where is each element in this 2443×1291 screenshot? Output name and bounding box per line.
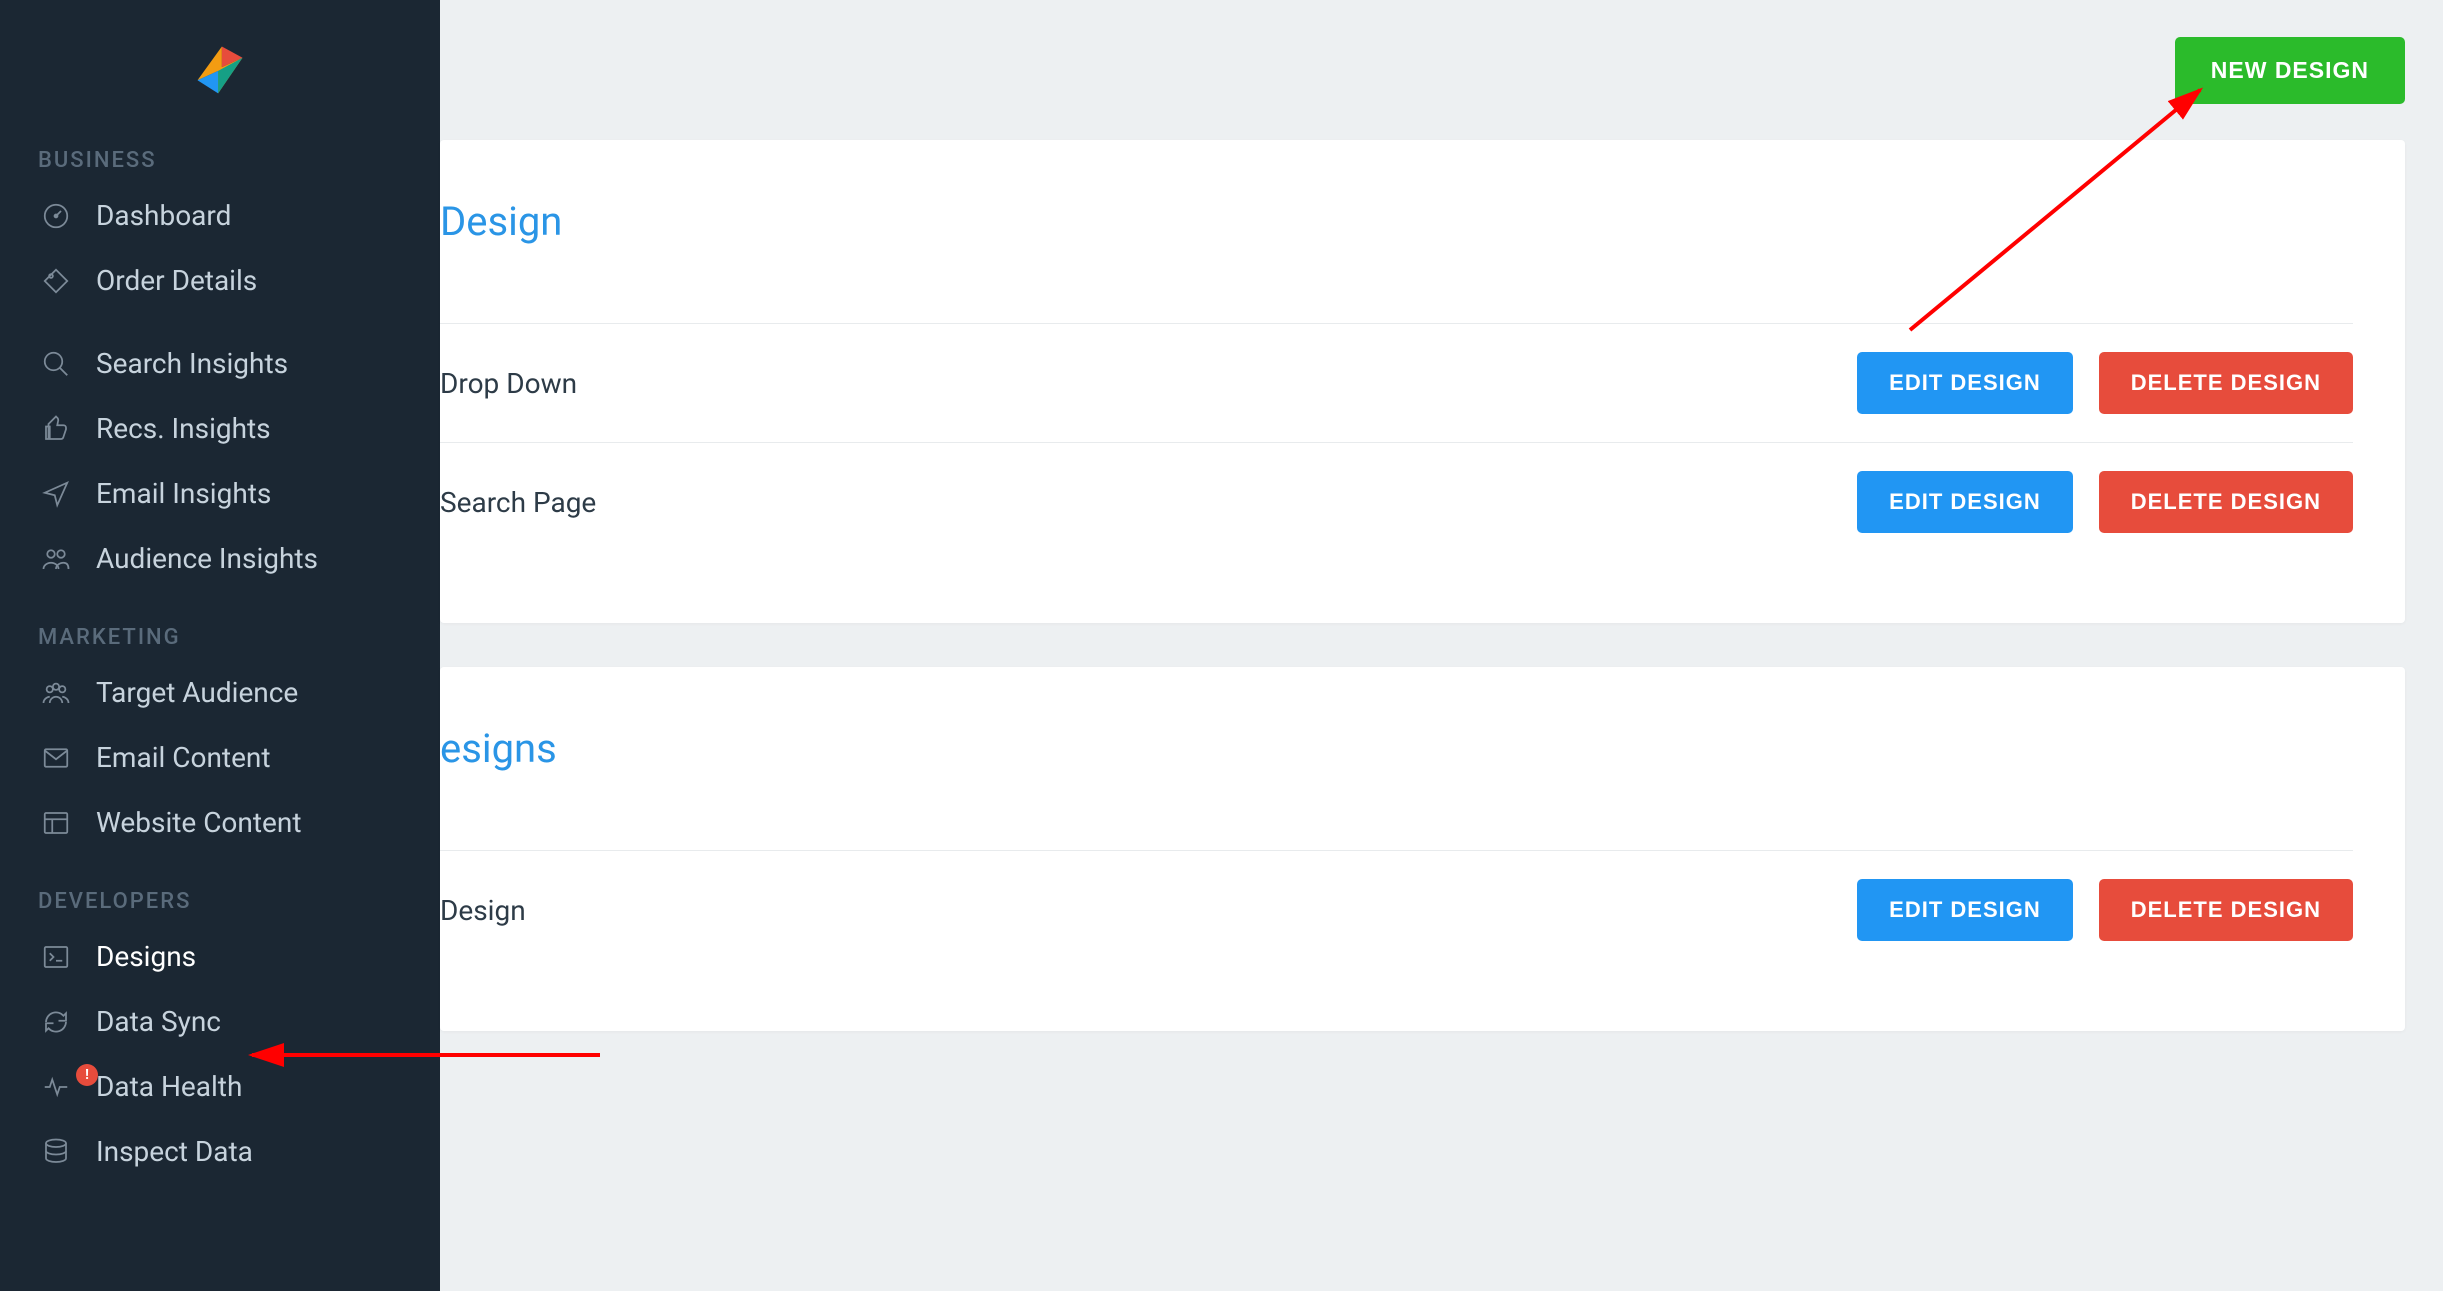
- edit-design-button[interactable]: EDIT DESIGN: [1857, 879, 2073, 941]
- layout-icon: [38, 808, 74, 838]
- sidebar-item-email-content[interactable]: Email Content: [0, 725, 440, 790]
- sidebar-item-inspect-data[interactable]: Inspect Data: [0, 1119, 440, 1184]
- sidebar-item-label: Data Health: [96, 1070, 242, 1103]
- sidebar-item-label: Designs: [96, 940, 196, 973]
- sidebar-section-business: BUSINESS: [0, 114, 440, 183]
- sidebar-item-label: Search Insights: [96, 347, 288, 380]
- paper-plane-icon: [38, 479, 74, 509]
- panel-designs: esigns Design EDIT DESIGN DELETE DESIGN: [440, 667, 2405, 1031]
- sidebar-item-dashboard[interactable]: Dashboard: [0, 183, 440, 248]
- panel-title: esigns: [440, 725, 2353, 772]
- terminal-icon: [38, 942, 74, 972]
- design-row-name: Drop Down: [440, 367, 577, 400]
- tag-icon: [38, 266, 74, 296]
- group-icon: [38, 678, 74, 708]
- delete-design-button[interactable]: DELETE DESIGN: [2099, 471, 2353, 533]
- sidebar-item-designs[interactable]: Designs: [0, 924, 440, 989]
- sidebar-item-data-health[interactable]: ! Data Health: [0, 1054, 440, 1119]
- sidebar-item-label: Email Insights: [96, 477, 271, 510]
- thumbs-up-icon: [38, 414, 74, 444]
- sidebar-item-label: Website Content: [96, 806, 302, 839]
- design-row-actions: EDIT DESIGN DELETE DESIGN: [1857, 471, 2353, 533]
- delete-design-button[interactable]: DELETE DESIGN: [2099, 879, 2353, 941]
- edit-design-button[interactable]: EDIT DESIGN: [1857, 471, 2073, 533]
- design-row: Drop Down EDIT DESIGN DELETE DESIGN: [440, 323, 2353, 442]
- panel-design: Design Drop Down EDIT DESIGN DELETE DESI…: [440, 140, 2405, 623]
- sidebar-item-email-insights[interactable]: Email Insights: [0, 461, 440, 526]
- sidebar-item-order-details[interactable]: Order Details: [0, 248, 440, 313]
- envelope-icon: [38, 743, 74, 773]
- sidebar-item-label: Target Audience: [96, 676, 298, 709]
- sidebar-item-label: Audience Insights: [96, 542, 318, 575]
- gauge-icon: [38, 201, 74, 231]
- topbar: NEW DESIGN: [440, 0, 2443, 140]
- database-icon: [38, 1137, 74, 1167]
- sidebar-item-audience-insights[interactable]: Audience Insights: [0, 526, 440, 591]
- sidebar-section-developers: DEVELOPERS: [0, 855, 440, 924]
- main-content: NEW DESIGN Design Drop Down EDIT DESIGN …: [440, 0, 2443, 1291]
- sidebar-item-label: Recs. Insights: [96, 412, 271, 445]
- people-icon: [38, 544, 74, 574]
- search-icon: [38, 349, 74, 379]
- sync-icon: [38, 1007, 74, 1037]
- new-design-button[interactable]: NEW DESIGN: [2175, 37, 2405, 104]
- sidebar-item-label: Data Sync: [96, 1005, 221, 1038]
- sidebar: BUSINESS Dashboard Order Details Search …: [0, 0, 440, 1291]
- alert-badge-icon: !: [76, 1064, 98, 1086]
- sidebar-item-recs-insights[interactable]: Recs. Insights: [0, 396, 440, 461]
- design-row-actions: EDIT DESIGN DELETE DESIGN: [1857, 352, 2353, 414]
- sidebar-item-label: Order Details: [96, 264, 257, 297]
- sidebar-item-target-audience[interactable]: Target Audience: [0, 660, 440, 725]
- activity-icon: [38, 1072, 74, 1102]
- sidebar-item-label: Dashboard: [96, 199, 231, 232]
- design-row: Search Page EDIT DESIGN DELETE DESIGN: [440, 442, 2353, 561]
- sidebar-item-label: Email Content: [96, 741, 271, 774]
- sidebar-item-website-content[interactable]: Website Content: [0, 790, 440, 855]
- sidebar-item-label: Inspect Data: [96, 1135, 253, 1168]
- brand-logo: [0, 24, 440, 114]
- design-row-name: Design: [440, 894, 526, 927]
- design-row-name: Search Page: [440, 486, 596, 519]
- panel-title: Design: [440, 198, 2353, 245]
- sidebar-item-search-insights[interactable]: Search Insights: [0, 331, 440, 396]
- sidebar-item-data-sync[interactable]: Data Sync: [0, 989, 440, 1054]
- sidebar-section-marketing: MARKETING: [0, 591, 440, 660]
- delete-design-button[interactable]: DELETE DESIGN: [2099, 352, 2353, 414]
- edit-design-button[interactable]: EDIT DESIGN: [1857, 352, 2073, 414]
- design-row: Design EDIT DESIGN DELETE DESIGN: [440, 850, 2353, 969]
- design-row-actions: EDIT DESIGN DELETE DESIGN: [1857, 879, 2353, 941]
